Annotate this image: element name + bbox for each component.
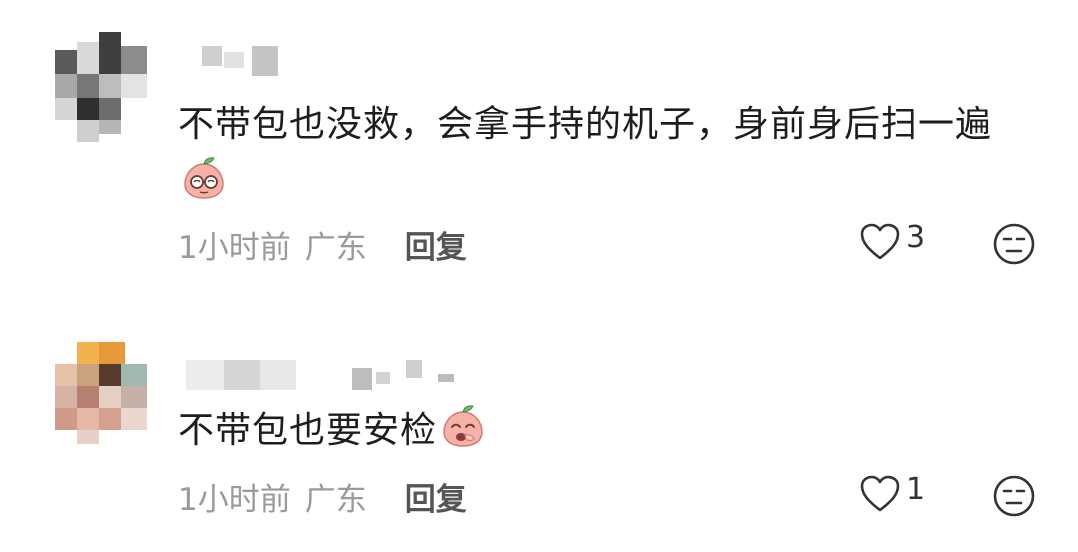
peach-laugh-emoji [443, 405, 483, 447]
comment-time: 1小时前 [178, 230, 291, 266]
comment-meta: 1小时前 广东 回复 [178, 222, 467, 267]
comment-text: 不带包也要安检 [178, 402, 1028, 460]
neutral-face-icon[interactable] [992, 222, 1036, 266]
reply-button[interactable]: 回复 [405, 222, 467, 267]
like-button[interactable]: 3 [858, 219, 926, 262]
comment-meta: 1小时前 广东 回复 [178, 474, 467, 519]
comment-item: 不带包也没救，会拿手持的机子，身前身后扫一遍 1小时前 广东 回复 3 [0, 0, 1078, 290]
avatar[interactable] [55, 342, 147, 454]
username-blurred[interactable] [186, 360, 466, 390]
comment-region: 广东 [304, 230, 367, 266]
heart-outline-icon [860, 223, 900, 260]
reply-button[interactable]: 回复 [405, 474, 467, 519]
comment-time: 1小时前 [178, 482, 291, 518]
like-button[interactable]: 1 [858, 471, 926, 514]
comment-item: 不带包也要安检 1小时前 广东 回复 1 [0, 330, 1078, 552]
neutral-face-icon[interactable] [992, 474, 1036, 518]
comment-text: 不带包也没救，会拿手持的机子，身前身后扫一遍 [178, 96, 1028, 212]
avatar[interactable] [55, 32, 147, 144]
comment-text-content: 不带包也要安检 [178, 410, 438, 451]
comment-text-content: 不带包也没救，会拿手持的机子，身前身后扫一遍 [178, 104, 993, 145]
username-blurred[interactable] [202, 46, 280, 76]
peach-glasses-emoji [184, 157, 224, 199]
comment-region: 广东 [304, 482, 367, 518]
like-count: 1 [906, 471, 926, 507]
heart-outline-icon [860, 475, 900, 512]
like-count: 3 [906, 219, 926, 255]
